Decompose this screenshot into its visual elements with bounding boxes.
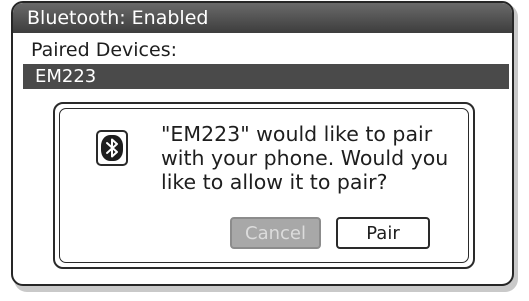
pair-button[interactable]: Pair — [336, 217, 430, 249]
dialog-inner-border: "EM223" would like to pair with your pho… — [59, 108, 469, 263]
cancel-button[interactable]: Cancel — [230, 217, 321, 249]
pairing-dialog: "EM223" would like to pair with your pho… — [53, 102, 475, 269]
status-title-bar: Bluetooth: Enabled — [13, 3, 512, 33]
paired-devices-label: Paired Devices: — [31, 39, 177, 61]
bluetooth-icon — [96, 130, 128, 166]
phone-screen: Bluetooth: Enabled Paired Devices: EM223… — [11, 1, 514, 286]
device-name: EM223 — [35, 66, 97, 87]
bluetooth-status-text: Bluetooth: Enabled — [27, 7, 209, 29]
paired-device-item[interactable]: EM223 — [23, 64, 509, 89]
pairing-message: "EM223" would like to pair with your pho… — [161, 122, 449, 194]
